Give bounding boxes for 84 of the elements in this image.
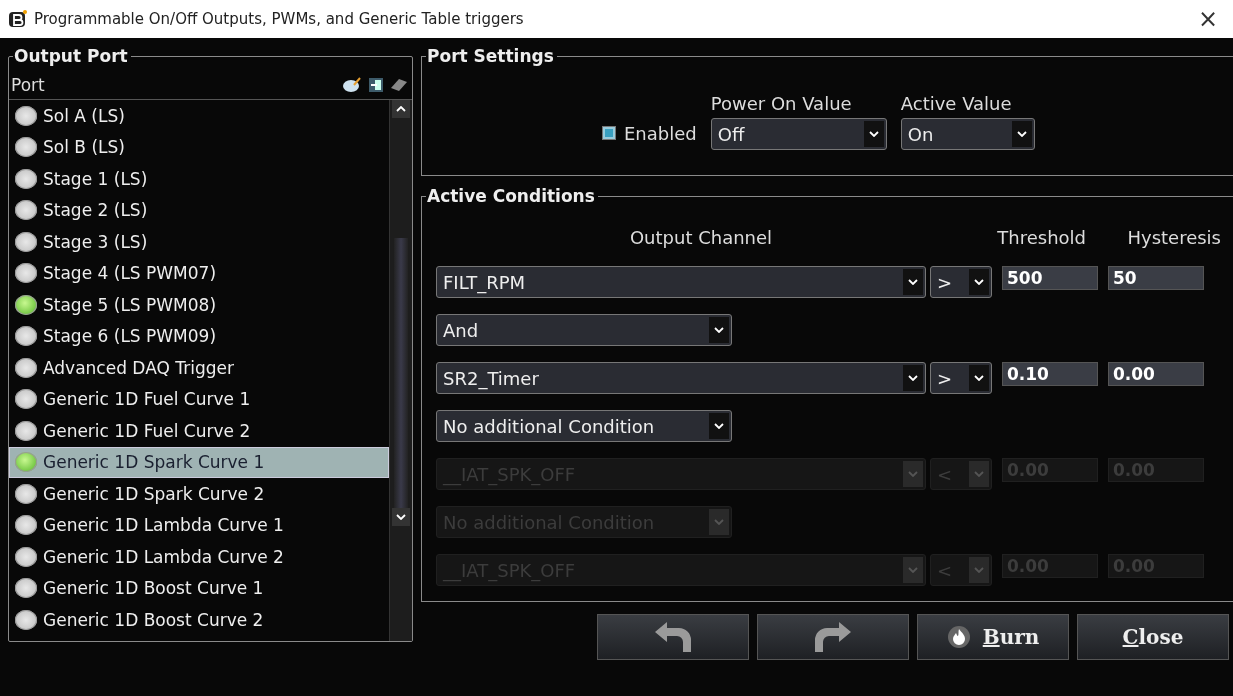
port-item[interactable]: Advanced DAQ Trigger <box>9 352 389 384</box>
window-title: Programmable On/Off Outputs, PWMs, and Generic Table triggers <box>34 10 525 28</box>
port-item[interactable]: Generic 1D Lambda Curve 1 <box>9 509 389 541</box>
port-label: Generic 1D Fuel Curve 2 <box>43 420 251 441</box>
threshold-field[interactable]: 0.10 <box>1002 362 1098 386</box>
export-icon[interactable] <box>368 77 384 93</box>
chevron-down-icon <box>974 471 984 477</box>
redo-arrow-icon <box>813 620 853 654</box>
channel-dropdown[interactable]: SR2_Timer <box>436 362 926 394</box>
port-label: Generic 1D Boost Curve 2 <box>43 609 264 630</box>
port-label: Generic 1D Spark Curve 2 <box>43 483 265 504</box>
chevron-down-icon <box>396 514 406 520</box>
power-on-dropdown[interactable]: Off <box>710 118 887 150</box>
port-item[interactable]: Stage 3 (LS) <box>9 226 389 258</box>
close-button[interactable]: × <box>1183 4 1233 34</box>
enabled-checkbox[interactable]: Enabled <box>602 116 697 150</box>
port-item[interactable]: Generic 1D Boost Curve 1 <box>9 572 389 604</box>
port-item[interactable]: Stage 6 (LS PWM09) <box>9 320 389 352</box>
field-label: Power On Value <box>710 93 853 114</box>
chevron-down-icon <box>974 567 984 573</box>
chevron-down-icon <box>714 519 724 525</box>
logic-dropdown[interactable]: And <box>436 314 732 346</box>
port-label: Stage 5 (LS PWM08) <box>43 294 217 315</box>
port-label: Generic 1D Spark Curve 1 <box>43 452 265 473</box>
port-item[interactable]: Generic 1D Fuel Curve 1 <box>9 383 389 415</box>
port-label: Sol A (LS) <box>43 105 125 126</box>
hysteresis-field[interactable]: 50 <box>1108 266 1204 290</box>
operator-dropdown[interactable]: > <box>930 266 992 298</box>
port-item[interactable]: Generic 1D Fuel Curve 2 <box>9 415 389 447</box>
port-label: Generic 1D Lambda Curve 2 <box>43 546 284 567</box>
column-header: Hysteresis <box>1126 227 1221 248</box>
port-item[interactable]: Stage 4 (LS PWM07) <box>9 257 389 289</box>
port-label: Advanced DAQ Trigger <box>43 357 234 378</box>
app-logo-icon <box>8 9 28 29</box>
port-label: Sol B (LS) <box>43 137 125 158</box>
chevron-down-icon <box>1016 131 1027 137</box>
port-label: Generic 1D Fuel Curve 1 <box>43 389 251 410</box>
operator-dropdown[interactable]: > <box>930 362 992 394</box>
port-label: Stage 3 (LS) <box>43 231 148 252</box>
chevron-down-icon <box>974 375 984 381</box>
undo-button[interactable] <box>597 614 749 660</box>
chevron-down-icon <box>908 567 918 573</box>
port-item[interactable]: Stage 1 (LS) <box>9 163 389 195</box>
logic-dropdown[interactable]: No additional Condition <box>436 410 732 442</box>
column-header: Port <box>11 75 45 95</box>
chevron-down-icon <box>714 327 724 333</box>
redo-button[interactable] <box>757 614 909 660</box>
chevron-down-icon <box>908 375 918 381</box>
chevron-down-icon <box>868 131 879 137</box>
column-header: Threshold <box>996 227 1086 248</box>
group-title: Output Port <box>13 46 131 66</box>
flame-icon <box>946 625 971 649</box>
chevron-down-icon <box>974 279 984 285</box>
port-label: Stage 1 (LS) <box>43 168 148 189</box>
port-label: Stage 4 (LS PWM07) <box>43 263 217 284</box>
chevron-up-icon <box>396 106 406 112</box>
group-title: Port Settings <box>426 46 557 66</box>
port-item[interactable]: Generic 1D Spark Curve 2 <box>9 478 389 510</box>
column-header: Output Channel <box>628 227 774 248</box>
port-item[interactable]: Generic 1D Lambda Curve 2 <box>9 541 389 573</box>
port-item[interactable]: Sol B (LS) <box>9 131 389 163</box>
field-label: Active Value <box>900 93 1013 114</box>
port-item[interactable]: Generic 1D Boost Curve 2 <box>9 604 389 636</box>
chevron-down-icon <box>908 471 918 477</box>
port-item[interactable]: Generic 1D Spark Curve 1 <box>9 446 389 478</box>
close-dialog-button[interactable]: Close <box>1077 614 1229 660</box>
port-label: Stage 6 (LS PWM09) <box>43 326 217 347</box>
chat-bubble-icon[interactable] <box>342 77 362 93</box>
port-label: Stage 2 (LS) <box>43 200 148 221</box>
port-item[interactable]: Stage 2 (LS) <box>9 194 389 226</box>
channel-dropdown[interactable]: FILT_RPM <box>436 266 926 298</box>
port-item[interactable]: Sol A (LS) <box>9 100 389 132</box>
port-label: Generic 1D Boost Curve 1 <box>43 578 264 599</box>
chevron-down-icon <box>714 423 724 429</box>
scrollbar[interactable] <box>389 100 412 641</box>
port-label: Generic 1D Lambda Curve 1 <box>43 515 284 536</box>
threshold-field[interactable]: 500 <box>1002 266 1098 290</box>
undo-arrow-icon <box>653 620 693 654</box>
active-value-dropdown[interactable]: On <box>900 118 1035 150</box>
hysteresis-field[interactable]: 0.00 <box>1108 362 1204 386</box>
chevron-down-icon <box>908 279 918 285</box>
eraser-icon[interactable] <box>390 78 408 92</box>
burn-button[interactable]: Burn <box>917 614 1069 660</box>
port-item[interactable]: Stage 5 (LS PWM08) <box>9 289 389 321</box>
